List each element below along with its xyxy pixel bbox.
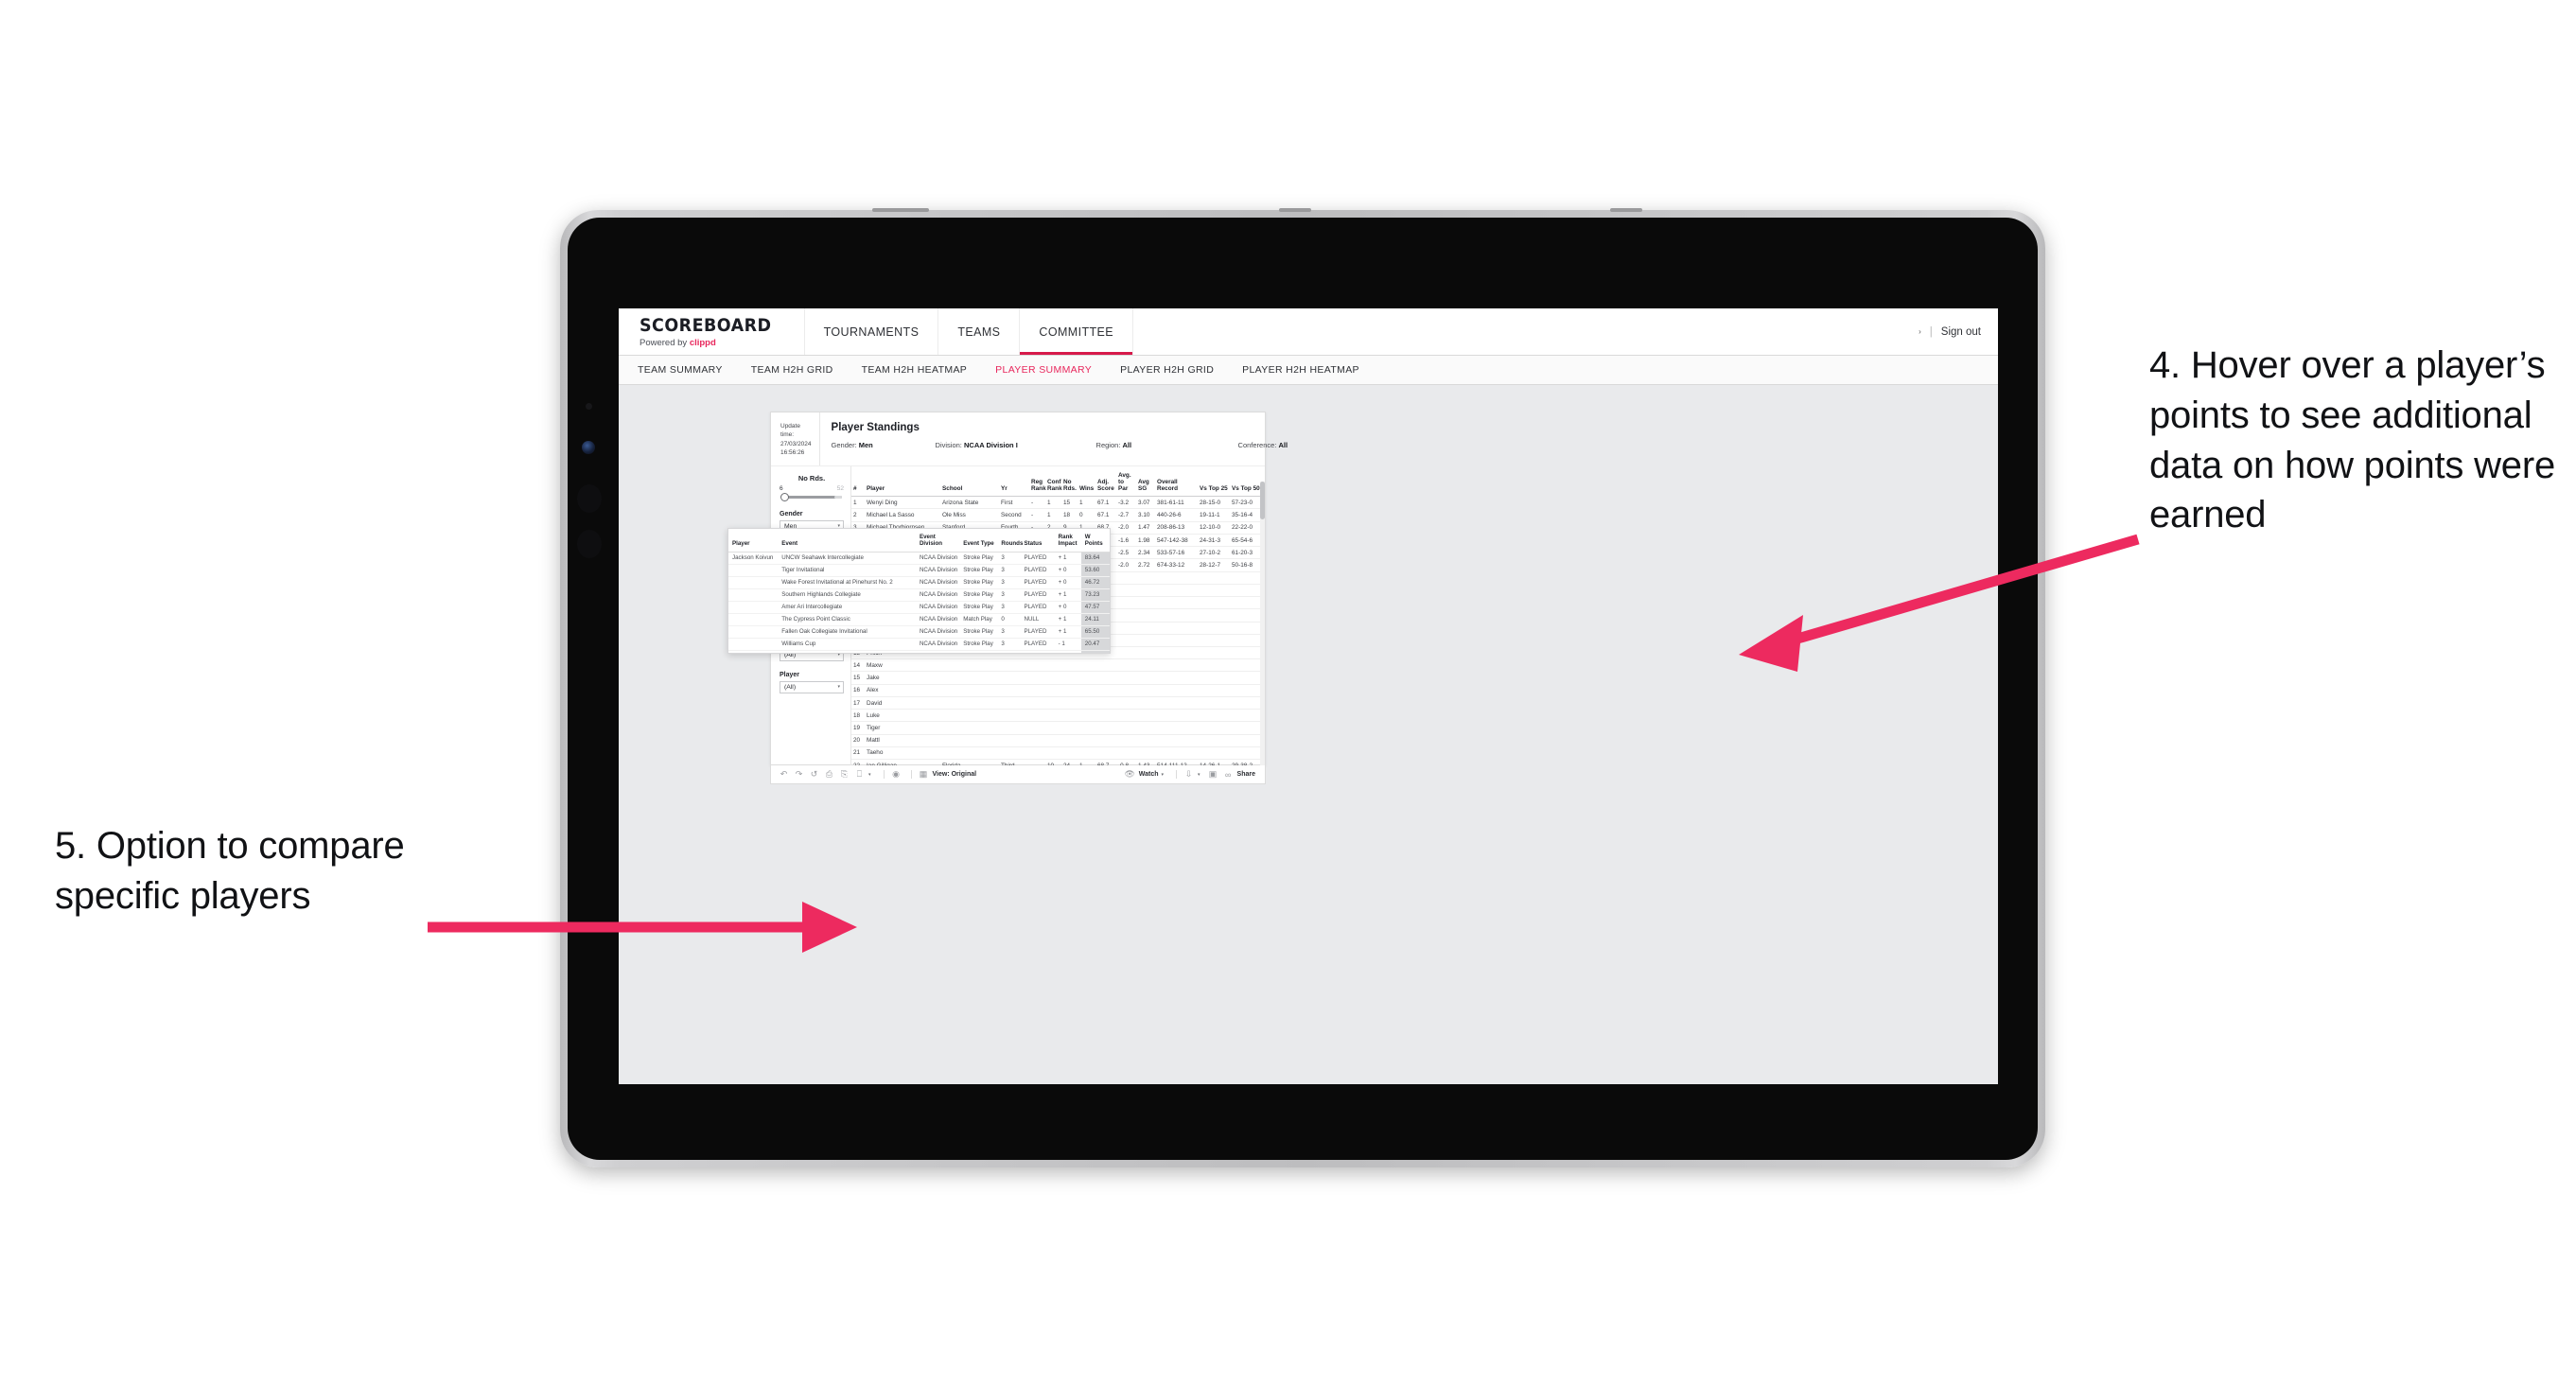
slide-canvas: SCOREBOARD Powered by clippd TOURNAMENTS… [0, 0, 2576, 1386]
annotation-arrow-left [428, 902, 857, 953]
